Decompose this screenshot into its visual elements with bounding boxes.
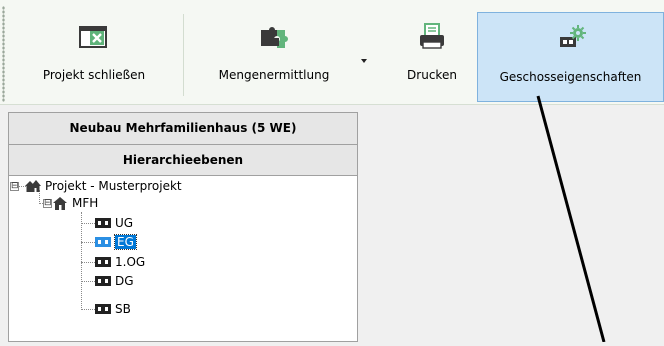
close-project-label: Projekt schließen — [42, 68, 146, 82]
tree-node-floor-selected[interactable]: EG — [95, 234, 137, 250]
print-button[interactable]: Drucken — [394, 8, 470, 100]
hierarchy-header: Hierarchieebenen — [9, 145, 357, 176]
toolbar-grip[interactable] — [2, 6, 5, 102]
tree-node-building[interactable]: MFH — [52, 195, 98, 211]
tree-node-floor-label: EG — [114, 234, 137, 250]
close-project-button[interactable]: Projekt schließen — [14, 8, 174, 100]
chevron-down-icon[interactable] — [361, 59, 367, 63]
puzzle-icon — [257, 20, 291, 54]
ribbon-toolbar: Projekt schließen Mengenermittlung Druck… — [0, 0, 664, 105]
floor-icon — [95, 302, 111, 316]
project-panel: Neubau Mehrfamilienhaus (5 WE) Hierarchi… — [8, 112, 358, 342]
tree-node-building-label: MFH — [72, 196, 99, 210]
collapse-root-toggle[interactable]: ⊟ — [10, 182, 19, 191]
tree-node-floor-label: SB — [115, 302, 131, 316]
house-icon — [52, 196, 68, 210]
tree-node-floor[interactable]: DG — [95, 273, 134, 289]
tree-node-project[interactable]: Projekt - Musterprojekt — [25, 178, 182, 194]
tree-node-floor-label: UG — [115, 216, 134, 230]
tree-node-floor-label: 1.OG — [115, 255, 146, 269]
ribbon-separator — [183, 14, 184, 96]
floor-icon — [95, 255, 111, 269]
tree-node-floor[interactable]: SB — [95, 301, 131, 317]
tree-node-floor-label: DG — [115, 274, 134, 288]
hierarchy-tree: ⊟ Projekt - Musterprojekt ⊟ MFH UG EG 1.… — [9, 176, 357, 346]
printer-icon — [417, 20, 447, 54]
floor-properties-label: Geschosseigenschaften — [499, 70, 642, 84]
project-title: Neubau Mehrfamilienhaus (5 WE) — [9, 113, 357, 145]
floor-icon — [95, 235, 111, 249]
houses-icon — [25, 179, 41, 193]
quantity-survey-button[interactable]: Mengenermittlung — [198, 8, 350, 100]
collapse-building-toggle[interactable]: ⊟ — [43, 199, 52, 208]
tree-node-project-label: Projekt - Musterprojekt — [45, 179, 182, 193]
tree-node-floor[interactable]: UG — [95, 215, 133, 231]
tree-node-floor[interactable]: 1.OG — [95, 254, 145, 270]
floor-settings-icon — [556, 21, 586, 55]
floor-icon — [95, 216, 111, 230]
floor-properties-button[interactable]: Geschosseigenschaften — [477, 12, 664, 102]
floor-icon — [95, 274, 111, 288]
quantity-survey-label: Mengenermittlung — [218, 68, 330, 82]
print-label: Drucken — [407, 68, 457, 82]
main-content-area — [358, 112, 664, 342]
close-project-icon — [78, 20, 110, 54]
